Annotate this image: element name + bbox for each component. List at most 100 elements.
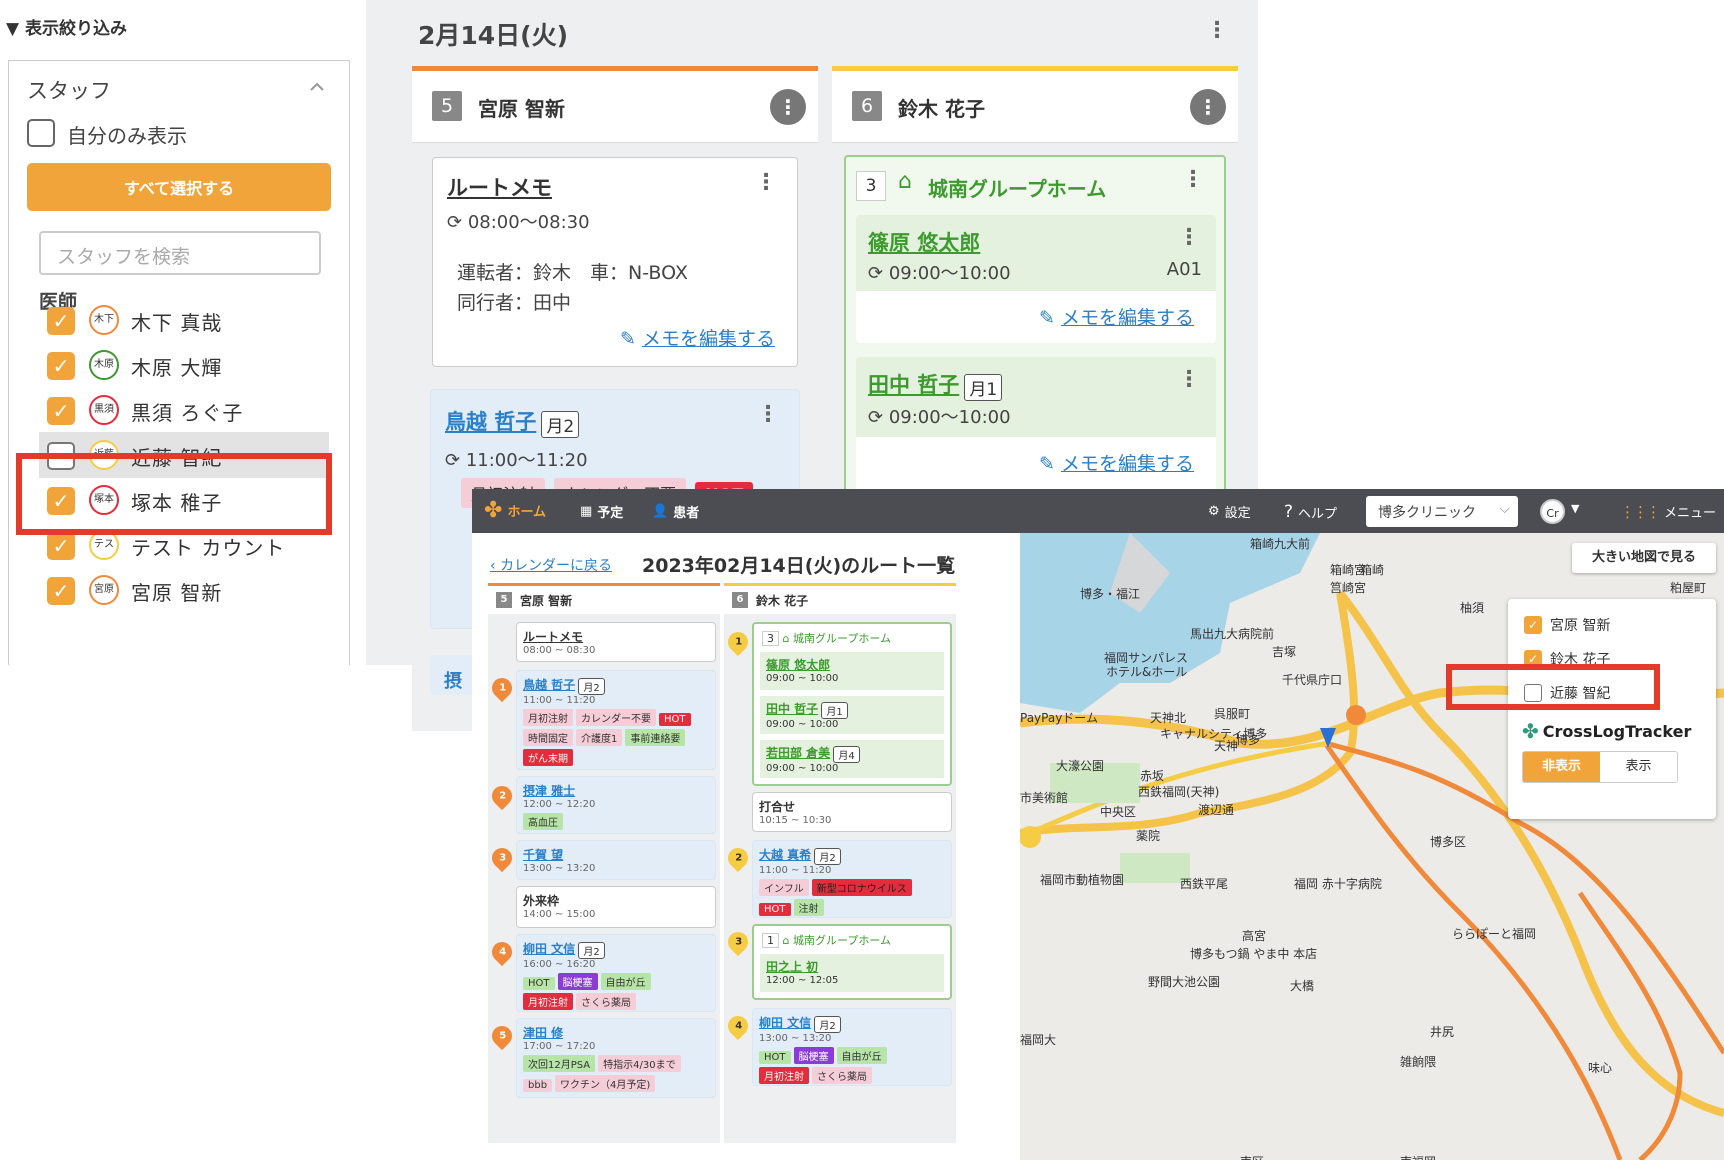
- card-menu-icon[interactable]: ⋮: [1182, 169, 1204, 191]
- select-all-button[interactable]: すべて選択する: [27, 163, 331, 211]
- layer-row[interactable]: ✓ 宮原 智新: [1524, 615, 1610, 635]
- tag: 脳梗塞: [793, 1046, 834, 1064]
- nav-settings[interactable]: ⚙ 設定: [1208, 502, 1251, 521]
- staff-checkbox[interactable]: ✓: [47, 532, 75, 560]
- hide-button[interactable]: 非表示: [1523, 752, 1600, 782]
- card-menu-icon[interactable]: ⋮: [1178, 227, 1200, 249]
- map-label: 柚須: [1460, 601, 1485, 615]
- nav-patients[interactable]: 👤 患者: [652, 502, 699, 521]
- outpatient-slot-card[interactable]: 外来枠 14:00 ~ 15:00: [516, 886, 716, 928]
- patient-card[interactable]: 千賀 望 13:00 ~ 13:20: [516, 840, 716, 880]
- large-map-button[interactable]: 大きい地図で見る: [1572, 543, 1716, 573]
- group-home-card[interactable]: 3 ⌂ 城南グループホーム 篠原 悠太郎 09:00 ~ 10:00 田中 哲子…: [752, 622, 952, 786]
- show-button[interactable]: 表示: [1600, 752, 1677, 782]
- date-menu-icon[interactable]: ⋮: [1206, 20, 1228, 42]
- resident-card[interactable]: 田之上 初 12:00 ~ 12:05: [760, 954, 944, 992]
- patient-name[interactable]: 篠原 悠太郎: [766, 656, 938, 673]
- visit-badge: 月1: [964, 374, 1003, 401]
- card-menu-icon[interactable]: ⋮: [755, 172, 777, 194]
- patient-name[interactable]: 篠原 悠太郎: [868, 227, 980, 257]
- patient-card[interactable]: 柳田 文信 月2 16:00 ~ 16:20 HOT 脳梗塞 自由が丘 月初注射 さくら…: [516, 934, 716, 1012]
- route-memo-card[interactable]: ルートメモ ⋮ ⟳ 08:00〜08:30 運転者：鈴木 車：N-BOX 同行者…: [432, 157, 798, 367]
- route-pin: 1: [487, 673, 517, 703]
- patient-name[interactable]: 田中 哲子: [868, 373, 959, 397]
- filter-header[interactable]: ▼ 表示絞り込み: [6, 14, 127, 39]
- column-menu-icon[interactable]: ⋮: [770, 89, 806, 125]
- map-label: 市美術館: [1020, 791, 1069, 805]
- patient-name[interactable]: 大越 真希: [759, 848, 811, 862]
- route-pin: 4: [487, 937, 517, 967]
- user-avatar[interactable]: Cr: [1540, 499, 1565, 524]
- edit-memo-link[interactable]: ✎ メモを編集する: [620, 324, 775, 351]
- patient-card[interactable]: 津田 修 17:00 ~ 17:20 次回12月PSA 特指示4/30まで bbb ワ…: [516, 1018, 716, 1098]
- resident-card[interactable]: 篠原 悠太郎 ⋮ ⟳ 09:00〜10:00 A01 ✎ メモを編集する: [856, 215, 1216, 343]
- card-menu-icon[interactable]: ⋮: [1178, 369, 1200, 391]
- edit-memo-text[interactable]: メモを編集する: [1061, 307, 1194, 329]
- staff-checkbox[interactable]: ✓: [47, 352, 75, 380]
- patient-name[interactable]: 摂津 雅士: [523, 782, 709, 799]
- clinic-select[interactable]: 博多クリニック ⌵: [1366, 496, 1518, 527]
- edit-memo-link[interactable]: ✎ メモを編集する: [1039, 303, 1194, 330]
- chevron-up-icon[interactable]: [309, 79, 325, 95]
- edit-memo-link[interactable]: ✎ メモを編集する: [1039, 449, 1194, 476]
- patient-name[interactable]: 柳田 文信: [523, 942, 575, 956]
- patient-card[interactable]: 大越 真希 月2 11:00 ~ 11:20 インフル 新型コロナウイルス HOT 注…: [752, 840, 952, 918]
- avatar-dropdown-icon[interactable]: ▼: [1571, 502, 1579, 515]
- group-home-card[interactable]: 1 ⌂ 城南グループホーム 田之上 初 12:00 ~ 12:05: [752, 924, 952, 1000]
- route-memo-card[interactable]: ルートメモ 08:00 ~ 08:30: [516, 622, 716, 662]
- patient-name[interactable]: 田中 哲子: [766, 702, 818, 716]
- self-only-checkbox[interactable]: [27, 119, 55, 147]
- pencil-icon: ✎: [1039, 453, 1061, 475]
- route-map[interactable]: 箱崎九大前 箱崎宮 筥崎宮 箱崎 粕屋町 柚須 博多・福江 福岡サンパレス ホテル&ホール 馬出九…: [1020, 533, 1724, 1160]
- map-label: 赤坂: [1140, 769, 1165, 783]
- staff-row[interactable]: ✓ 木下 木下 真哉: [39, 297, 329, 343]
- nav-home[interactable]: ✤ ホーム: [484, 498, 546, 523]
- meeting-card[interactable]: 打合せ 10:15 ~ 10:30: [752, 792, 952, 832]
- patient-card[interactable]: 鳥越 哲子 月2 11:00 ~ 11:20 月初注射 カレンダー不要 HOT 時間固…: [516, 670, 716, 770]
- patient-name[interactable]: 千賀 望: [523, 846, 709, 863]
- map-pin[interactable]: [1346, 705, 1366, 725]
- patient-name[interactable]: 鳥越 哲子: [523, 678, 575, 692]
- patient-name[interactable]: 鳥越 哲子: [445, 410, 536, 434]
- route-memo-title[interactable]: ルートメモ: [523, 628, 709, 645]
- staff-search-input[interactable]: スタッフを検索: [39, 231, 321, 275]
- back-to-calendar-link[interactable]: ‹ カレンダーに戻る: [490, 555, 612, 575]
- staff-checkbox[interactable]: ✓: [47, 397, 75, 425]
- tag: 時間固定: [523, 728, 573, 746]
- column-menu-icon[interactable]: ⋮: [1190, 89, 1226, 125]
- route-list-pane: ‹ カレンダーに戻る 2023年02月14日(火)のルート一覧 5 宮原 智新 ル…: [472, 533, 1020, 1160]
- patient-name[interactable]: 津田 修: [523, 1024, 709, 1041]
- patient-name[interactable]: 若田部 倉美: [766, 746, 830, 760]
- route-memo-title[interactable]: ルートメモ: [447, 172, 552, 202]
- slot-title[interactable]: 外来枠: [523, 892, 709, 909]
- column-staff-name: 鈴木 花子: [898, 97, 985, 121]
- staff-row[interactable]: ✓ 木原 木原 大輝: [39, 342, 329, 388]
- map-label: 高宮: [1242, 929, 1267, 943]
- map-pin[interactable]: [1020, 826, 1041, 848]
- patient-name[interactable]: 田之上 初: [766, 958, 938, 975]
- nav-menu[interactable]: ⋮⋮⋮ メニュー: [1620, 502, 1716, 522]
- patient-card[interactable]: 摂津 雅士 12:00 ~ 12:20 高血圧: [516, 776, 716, 834]
- resident-card[interactable]: 若田部 倉美 月4 09:00 ~ 10:00: [760, 740, 944, 778]
- tag-list: 月初注射 カレンダー不要 HOT 時間固定 介護度1 事前連絡要 がん末期: [523, 706, 709, 766]
- pin-number: 2: [498, 790, 506, 802]
- layer-checkbox[interactable]: ✓: [1524, 616, 1542, 634]
- resident-card[interactable]: 篠原 悠太郎 09:00 ~ 10:00: [760, 652, 944, 690]
- resident-card[interactable]: 田中 哲子 月1 09:00 ~ 10:00: [760, 696, 944, 734]
- staff-row[interactable]: ✓ 宮原 宮原 智新: [39, 567, 329, 613]
- card-menu-icon[interactable]: ⋮: [757, 404, 779, 426]
- patient-name[interactable]: 柳田 文信: [759, 1016, 811, 1030]
- staff-checkbox[interactable]: ✓: [47, 307, 75, 335]
- visit-badge: 月4: [833, 745, 860, 763]
- edit-memo-text[interactable]: メモを編集する: [1061, 453, 1194, 475]
- edit-memo-text[interactable]: メモを編集する: [642, 328, 775, 350]
- patient-card[interactable]: 柳田 文信 月2 13:00 ~ 13:20 HOT 脳梗塞 自由が丘 月初注射 さくら…: [752, 1008, 952, 1086]
- meeting-title[interactable]: 打合せ: [759, 798, 945, 815]
- staff-checkbox[interactable]: ✓: [47, 577, 75, 605]
- staff-row[interactable]: ✓ 黒須 黒須 ろぐ子: [39, 387, 329, 433]
- nav-schedule[interactable]: ▦ 予定: [580, 502, 623, 521]
- home-icon: ⌂: [898, 169, 912, 194]
- route-memo-time: 08:00 ~ 08:30: [523, 645, 596, 656]
- nav-help[interactable]: ? ヘルプ: [1284, 502, 1337, 522]
- map-label: 福岡市動植物園: [1040, 873, 1125, 887]
